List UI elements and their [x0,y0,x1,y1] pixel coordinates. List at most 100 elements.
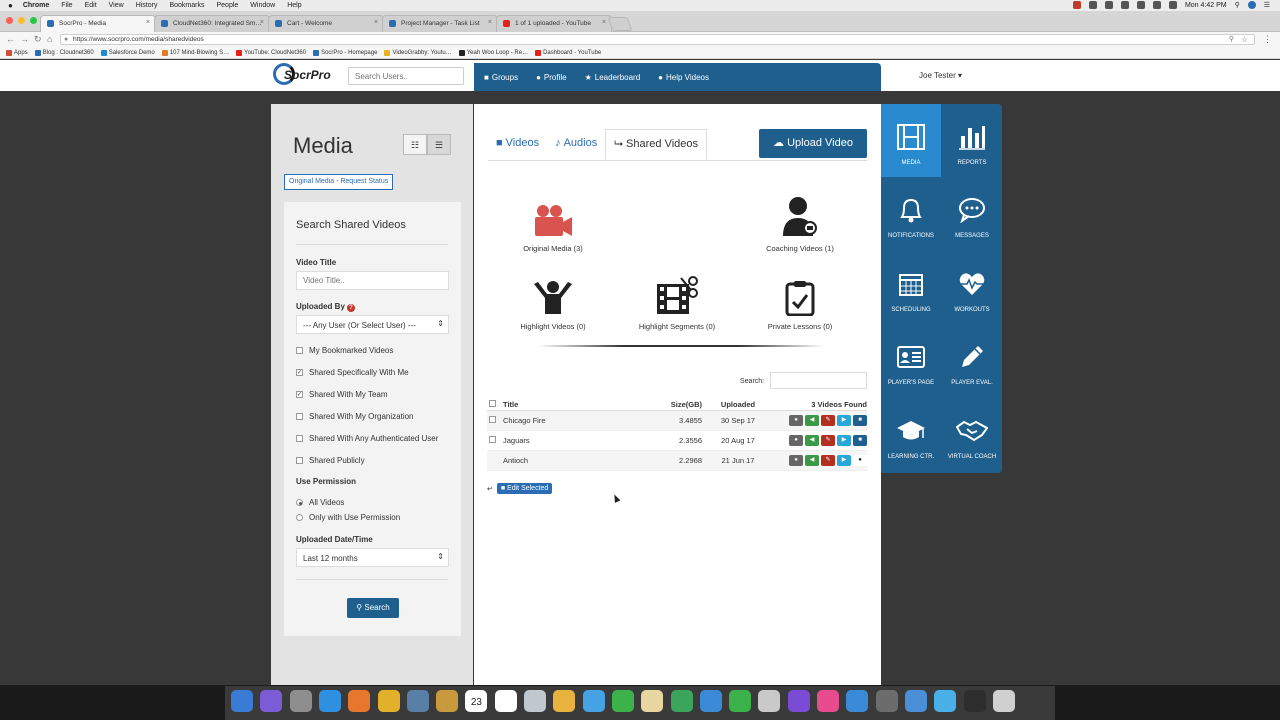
dock-app-icon[interactable] [729,690,752,712]
radio-button-selected[interactable] [296,499,303,506]
user-dropdown[interactable]: Joe Tester ▾ [919,71,962,80]
checkbox[interactable] [296,435,303,442]
dock-app-icon[interactable] [641,690,664,712]
browser-tab[interactable]: Project Manager - Task List × [382,15,498,32]
dock-app-icon[interactable] [699,690,722,712]
zoom-icon[interactable]: ⚲ [1229,35,1234,45]
checkbox-checked[interactable]: ✓ [296,391,303,398]
forward-icon[interactable]: → [20,34,29,44]
dock-app-icon[interactable] [846,690,869,712]
right-nav-messages[interactable]: MESSAGES [942,177,1002,250]
dock-app-icon[interactable] [348,690,371,712]
right-nav-virtual-coach[interactable]: VIRTUAL COACH [942,398,1002,471]
column-uploaded[interactable]: Uploaded [708,400,768,409]
calendar-dock-icon[interactable]: 23 [465,690,488,712]
minimize-window-button[interactable] [18,17,25,24]
browser-tab[interactable]: SocrPro - Media × [40,15,156,32]
checkbox-shared-authenticated[interactable]: Shared With Any Authenticated User [296,434,438,443]
video-title[interactable]: Antioch [503,456,648,465]
checkbox[interactable] [296,457,303,464]
dock-app-icon[interactable] [377,690,400,712]
notification-center-icon[interactable]: ☰ [1264,1,1270,9]
dock-app-icon[interactable] [875,690,898,712]
table-row[interactable]: Antioch 2.2968 21 Jun 17 ● ◀ ✎ ▶ ● [487,451,867,471]
lock-icon[interactable]: ● [789,435,803,446]
dock-app-icon[interactable] [904,690,927,712]
share-icon[interactable]: ◀ [805,435,819,446]
play-icon[interactable]: ▶ [837,415,851,426]
video-title[interactable]: Jaguars [503,436,648,445]
spotlight-icon[interactable]: ⚲ [1235,1,1240,9]
tab-shared-videos[interactable]: ⮡ Shared Videos [605,129,708,160]
right-nav-reports[interactable]: REPORTS [942,104,1002,177]
bookmark-star-icon[interactable]: ☆ [1241,35,1248,45]
right-nav-notifications[interactable]: NOTIFICATIONS [881,177,941,250]
menu-help[interactable]: Help [287,2,301,9]
menu-people[interactable]: People [216,2,238,9]
dock-app-icon[interactable] [318,690,341,712]
tab-close-icon[interactable]: × [602,19,606,26]
category-highlight-videos[interactable]: Highlight Videos (0) [498,272,608,331]
dock-app-icon[interactable] [231,690,253,712]
checkbox-bookmarked[interactable]: My Bookmarked Videos [296,346,393,355]
table-row[interactable]: Chicago Fire 3.4855 30 Sep 17 ● ◀ ✎ ▶ ■ [487,411,867,431]
tab-videos[interactable]: ■ Videos [488,129,547,160]
user-search-input[interactable] [348,67,464,85]
status-app-icon[interactable] [1120,1,1129,9]
category-coaching-videos[interactable]: Coaching Videos (1) [745,194,855,253]
menu-file[interactable]: File [61,2,72,9]
table-search-input[interactable] [770,372,867,389]
lock-icon[interactable]: ● [64,35,68,45]
menu-app-name[interactable]: Chrome [23,2,49,9]
share-icon[interactable]: ◀ [805,455,819,466]
video-title-input[interactable] [296,271,449,290]
edit-icon[interactable]: ✎ [821,455,835,466]
tab-close-icon[interactable]: × [260,19,264,26]
socrpro-logo[interactable]: SocrPro [273,62,331,88]
list-view-icon[interactable]: ☰ [427,134,451,155]
edit-icon[interactable]: ✎ [821,415,835,426]
checkbox-shared-with-team[interactable]: ✓ Shared With My Team [296,390,388,399]
bookmark-item[interactable]: VideoGrabby: Youtu… [384,49,452,56]
share-icon[interactable]: ◀ [805,415,819,426]
category-private-lessons[interactable]: Private Lessons (0) [745,272,855,331]
play-icon[interactable]: ▶ [837,455,851,466]
nav-profile[interactable]: ● Profile [536,73,567,82]
menu-edit[interactable]: Edit [85,2,97,9]
category-highlight-segments[interactable]: Highlight Segments (0) [622,272,732,331]
browser-tab[interactable]: 1 of 1 uploaded - YouTube × [496,15,612,32]
tab-close-icon[interactable]: × [146,19,150,26]
info-icon[interactable]: ● [853,455,867,466]
dock-app-icon[interactable] [670,690,693,712]
menu-bookmarks[interactable]: Bookmarks [169,2,204,9]
column-size[interactable]: Size(GB) [648,400,708,409]
edit-icon[interactable]: ✎ [821,435,835,446]
row-checkbox[interactable] [489,416,496,423]
checkbox-shared-with-organization[interactable]: Shared With My Organization [296,412,414,421]
checkbox-shared-with-me[interactable]: ✓ Shared Specifically With Me [296,368,409,377]
table-row[interactable]: Jaguars 2.3556 20 Aug 17 ● ◀ ✎ ▶ ■ [487,431,867,451]
dock-app-icon[interactable] [436,690,459,712]
search-button[interactable]: ⚲ Search [347,598,399,618]
right-nav-players-page[interactable]: PLAYER'S PAGE [881,324,941,397]
wifi-icon[interactable] [1136,1,1145,9]
maximize-window-button[interactable] [30,17,37,24]
right-nav-workouts[interactable]: WORKOUTS [942,251,1002,324]
address-bar[interactable]: ● https://www.socrpro.com/media/sharedvi… [60,34,1255,45]
checkbox-shared-publicly[interactable]: Shared Publicly [296,456,365,465]
home-icon[interactable]: ⌂ [47,34,52,44]
video-camera-icon[interactable]: ■ [853,435,867,446]
upload-video-button[interactable]: ☁ Upload Video [759,129,867,158]
edit-selected-button[interactable]: ■ Edit Selected [496,483,553,494]
nav-leaderboard[interactable]: ★ Leaderboard [585,73,641,82]
dock-app-icon[interactable] [260,690,283,712]
right-nav-scheduling[interactable]: SCHEDULING [881,251,941,324]
dock-app-icon[interactable] [494,690,517,712]
dock-app-icon[interactable] [611,690,634,712]
bookmark-item[interactable]: Dashboard - YouTube [535,49,601,56]
status-app-icon[interactable] [1104,1,1113,9]
tab-close-icon[interactable]: × [488,19,492,26]
back-icon[interactable]: ← [6,34,15,44]
column-title[interactable]: Title [503,400,648,409]
row-checkbox[interactable] [489,436,496,443]
